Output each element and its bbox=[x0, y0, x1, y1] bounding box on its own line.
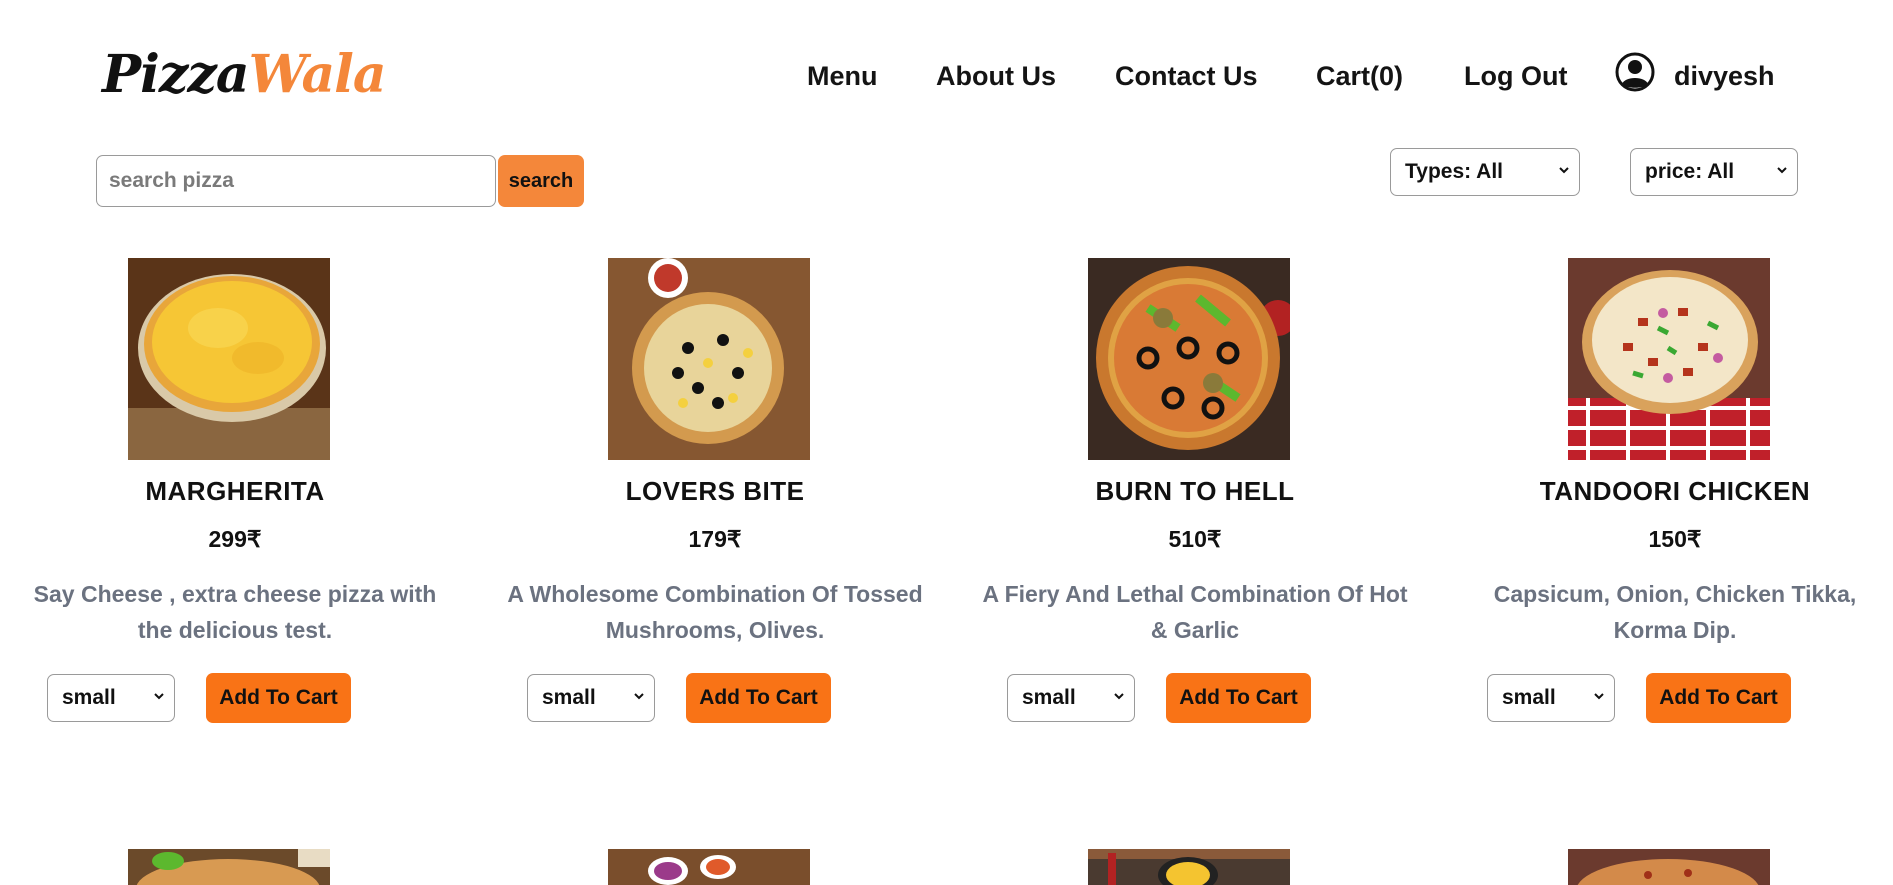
search-button[interactable]: search bbox=[498, 155, 584, 207]
size-select-value: small bbox=[542, 686, 596, 709]
size-select-value: small bbox=[62, 686, 116, 709]
pizza-image-partial bbox=[608, 849, 810, 885]
price-filter-value: price: All bbox=[1645, 160, 1735, 183]
pizza-price: 299₹ bbox=[208, 526, 262, 552]
nav-cart-link[interactable]: Cart(0) bbox=[1316, 56, 1403, 96]
pizza-price: 510₹ bbox=[1168, 526, 1222, 552]
nav-username[interactable]: divyesh bbox=[1674, 56, 1775, 96]
lovers-bite-pizza-image bbox=[608, 258, 810, 460]
pizza-description: A Wholesome Combination Of Tossed Mushro… bbox=[507, 581, 923, 643]
chevron-down-icon bbox=[1777, 167, 1787, 174]
top-nav: Menu About Us Contact Us Cart(0) Log Out… bbox=[0, 56, 1893, 96]
pizza-name: TANDOORI CHICKEN bbox=[1539, 476, 1811, 506]
size-select-value: small bbox=[1022, 686, 1076, 709]
margherita-pizza-image bbox=[128, 258, 330, 460]
size-select[interactable]: small bbox=[527, 674, 655, 722]
pizza-card-tandoori-chicken: TANDOORI CHICKEN 150₹ Capsicum, Onion, C… bbox=[1440, 258, 1893, 728]
pizza-image-partial bbox=[1568, 849, 1770, 885]
type-filter-select[interactable]: Types: All bbox=[1390, 148, 1580, 196]
user-circle-icon[interactable] bbox=[1615, 52, 1655, 92]
pizza-name: MARGHERITA bbox=[145, 476, 325, 506]
pizza-card-burn-to-hell: BURN TO HELL 510₹ A Fiery And Lethal Com… bbox=[960, 258, 1430, 728]
chevron-down-icon bbox=[154, 693, 164, 700]
pizza-price: 179₹ bbox=[688, 526, 742, 552]
type-filter-value: Types: All bbox=[1405, 160, 1504, 183]
size-select-value: small bbox=[1502, 686, 1556, 709]
pizza-description: Capsicum, Onion, Chicken Tikka, Korma Di… bbox=[1493, 581, 1857, 643]
search-input[interactable] bbox=[96, 155, 496, 207]
add-to-cart-button[interactable]: Add To Cart bbox=[686, 673, 831, 723]
pizza-image-partial bbox=[128, 849, 330, 885]
add-to-cart-button[interactable]: Add To Cart bbox=[1166, 673, 1311, 723]
nav-contact-link[interactable]: Contact Us bbox=[1115, 56, 1258, 96]
pizza-card-margherita: MARGHERITA 299₹ Say Cheese , extra chees… bbox=[0, 258, 470, 728]
nav-about-link[interactable]: About Us bbox=[936, 56, 1056, 96]
burn-to-hell-pizza-image bbox=[1088, 258, 1290, 460]
chevron-down-icon bbox=[1559, 167, 1569, 174]
pizza-description: Say Cheese , extra cheese pizza with the… bbox=[33, 581, 437, 643]
pizza-price: 150₹ bbox=[1648, 526, 1702, 552]
nav-logout-link[interactable]: Log Out bbox=[1464, 56, 1567, 96]
chevron-down-icon bbox=[1594, 693, 1604, 700]
nav-menu-link[interactable]: Menu bbox=[807, 56, 878, 96]
pizza-name: BURN TO HELL bbox=[1095, 476, 1295, 506]
pizza-name: LOVERS BITE bbox=[625, 476, 805, 506]
price-filter-select[interactable]: price: All bbox=[1630, 148, 1798, 196]
tandoori-chicken-pizza-image bbox=[1568, 258, 1770, 460]
pizza-description: A Fiery And Lethal Combination Of Hot & … bbox=[982, 581, 1408, 643]
add-to-cart-button[interactable]: Add To Cart bbox=[206, 673, 351, 723]
size-select[interactable]: small bbox=[1487, 674, 1615, 722]
size-select[interactable]: small bbox=[47, 674, 175, 722]
chevron-down-icon bbox=[634, 693, 644, 700]
chevron-down-icon bbox=[1114, 693, 1124, 700]
add-to-cart-button[interactable]: Add To Cart bbox=[1646, 673, 1791, 723]
size-select[interactable]: small bbox=[1007, 674, 1135, 722]
pizza-image-partial bbox=[1088, 849, 1290, 885]
pizza-card-lovers-bite: LOVERS BITE 179₹ A Wholesome Combination… bbox=[480, 258, 950, 728]
